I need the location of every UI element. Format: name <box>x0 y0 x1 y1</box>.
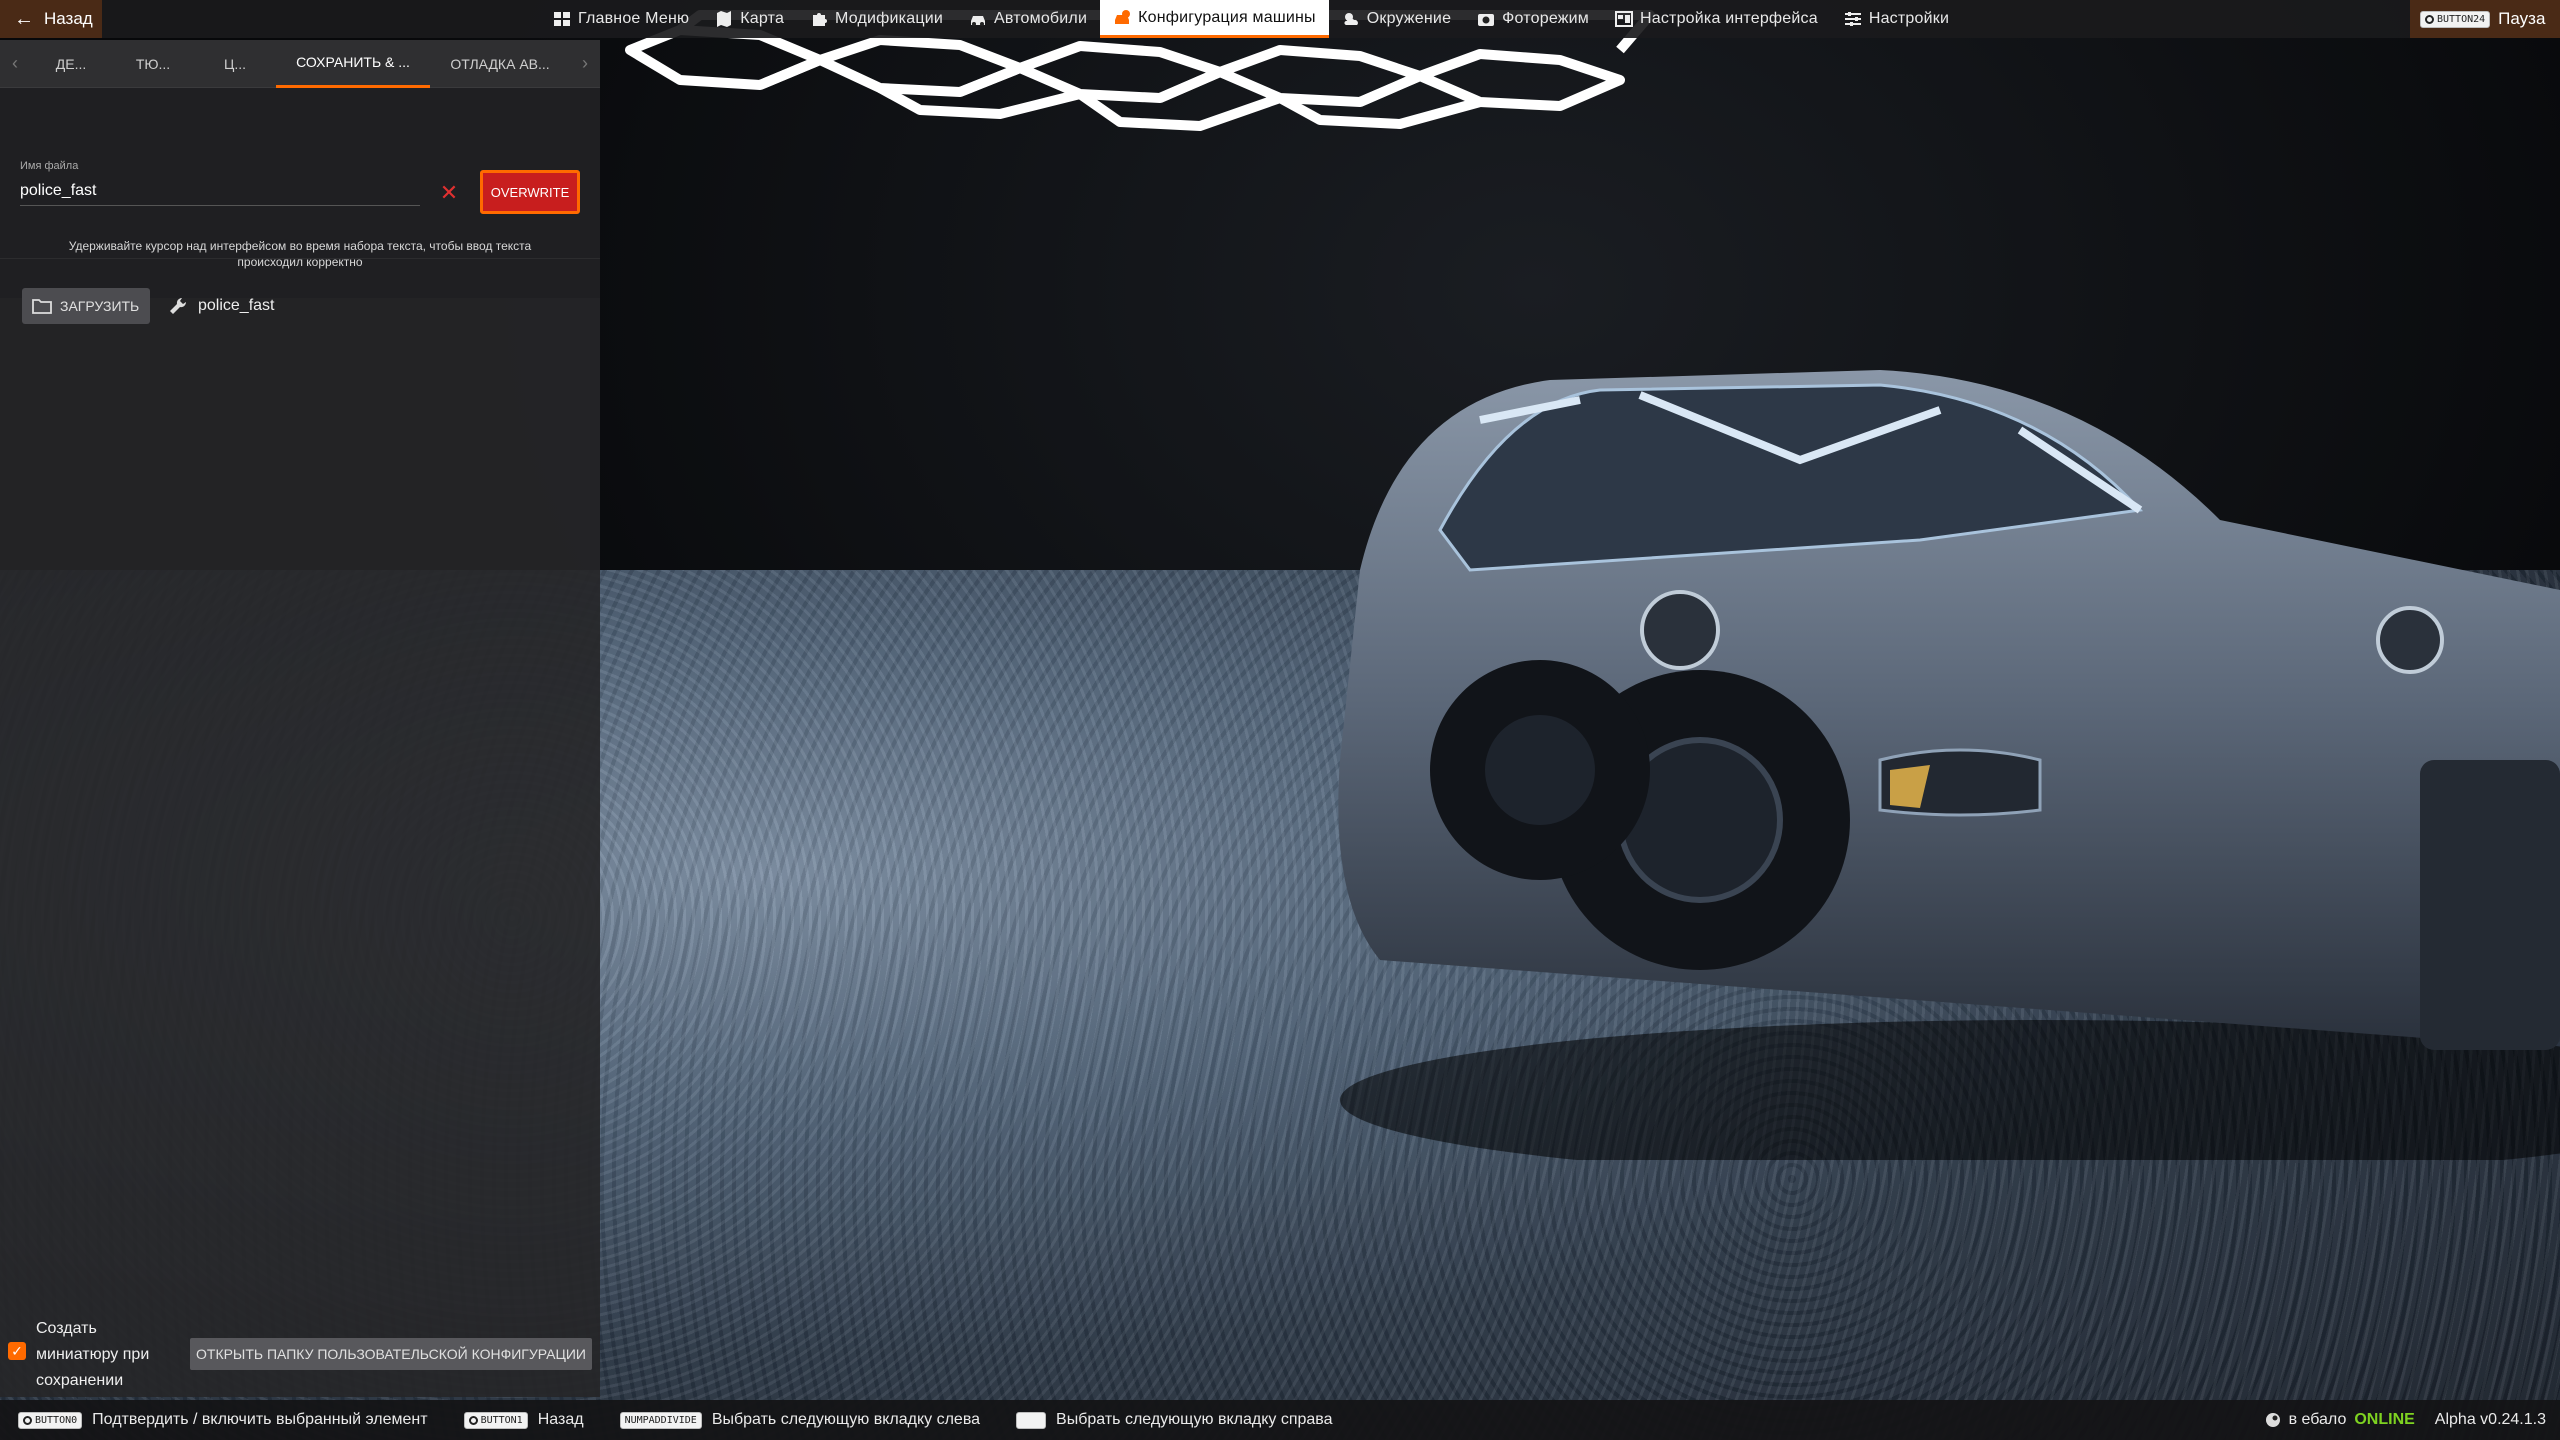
thumbnail-checkbox[interactable]: ✓ <box>8 1342 26 1360</box>
hint-next-tab[interactable]: Выбрать следующую вкладку справа <box>1016 1411 1333 1429</box>
menu-item-label: Карта <box>740 10 785 27</box>
config-tabs: ‹ ДЕ... ТЮ... Ц... СОХРАНИТЬ & ... ОТЛАД… <box>0 40 600 88</box>
tabs-scroll-right-icon[interactable]: › <box>570 53 600 74</box>
tab-tuning[interactable]: ТЮ... <box>112 40 194 88</box>
clear-input-icon[interactable]: ✕ <box>436 180 462 206</box>
hint-label: Выбрать следующую вкладку справа <box>1056 1411 1333 1428</box>
keyboard-key-icon <box>1016 1411 1047 1429</box>
load-label: ЗАГРУЗИТЬ <box>60 298 140 314</box>
saved-config-item[interactable]: police_fast <box>168 288 275 324</box>
online-indicator[interactable]: в ебало ONLINE <box>2265 1411 2415 1429</box>
ui-layout-icon <box>1615 11 1633 27</box>
tab-details[interactable]: ДЕ... <box>30 40 112 88</box>
gamepad-button-icon: BUTTON1 <box>463 1411 528 1429</box>
weather-icon <box>1344 13 1358 25</box>
menu-item-label: Модификации <box>835 10 943 27</box>
menu-item-mods[interactable]: Модификации <box>797 0 956 38</box>
config-name: police_fast <box>198 297 275 314</box>
overwrite-button[interactable]: OVERWRITE <box>480 170 580 214</box>
gamepad-button-icon <box>2425 14 2434 24</box>
top-navigation-bar: ← Назад Главное Меню Карта Модификации А… <box>0 0 2560 38</box>
version-label: Alpha v0.24.1.3 <box>2434 1411 2546 1428</box>
main-menu-bar: Главное Меню Карта Модификации Автомобил… <box>540 0 1962 38</box>
online-prefix: в ебало <box>2288 1411 2347 1428</box>
car-icon <box>970 16 985 26</box>
police-car-model <box>1338 370 2560 1160</box>
pause-button[interactable]: BUTTON24 Пауза <box>2410 0 2560 38</box>
menu-item-photo-mode[interactable]: Фоторежим <box>1464 0 1602 38</box>
controls-hint-bar: BUTTON0 Подтвердить / включить выбранный… <box>0 1400 2560 1440</box>
puzzle-icon <box>813 13 828 26</box>
car-config-icon <box>1115 9 1131 24</box>
arrow-left-icon: ← <box>14 7 34 30</box>
hint-label: Подтвердить / включить выбранный элемент <box>92 1411 428 1428</box>
menu-item-label: Настройка интерфейса <box>1640 10 1818 27</box>
hint-confirm[interactable]: BUTTON0 Подтвердить / включить выбранный… <box>18 1411 428 1429</box>
folder-icon <box>32 299 52 314</box>
thumbnail-label: Создать миниатюру при сохранении <box>36 1320 150 1389</box>
hint-prev-tab[interactable]: NUMPADDIVIDE Выбрать следующую вкладку с… <box>619 1411 981 1429</box>
menu-item-vehicles[interactable]: Автомобили <box>956 0 1100 38</box>
menu-item-label: Фоторежим <box>1502 10 1589 27</box>
back-label: Назад <box>44 9 93 28</box>
hint-label: Выбрать следующую вкладку слева <box>711 1411 981 1428</box>
tab-vehicle-debug[interactable]: ОТЛАДКА АВ... <box>430 40 570 88</box>
menu-item-vehicle-config[interactable]: Конфигурация машины <box>1100 0 1329 38</box>
sliders-icon <box>1844 12 1861 26</box>
steam-icon <box>2265 1413 2280 1427</box>
menu-item-main-menu[interactable]: Главное Меню <box>540 0 702 38</box>
status-right: в ебало ONLINE Alpha v0.24.1.3 <box>2265 1400 2546 1440</box>
load-button[interactable]: ЗАГРУЗИТЬ <box>22 288 150 324</box>
hint-back[interactable]: BUTTON1 Назад <box>463 1411 584 1429</box>
wrench-icon <box>170 297 187 314</box>
main-menu-icon <box>554 12 570 26</box>
menu-item-label: Главное Меню <box>578 10 690 27</box>
file-name-label: Имя файла <box>20 160 79 172</box>
hint-label: Назад <box>537 1411 584 1428</box>
gamepad-button-icon: BUTTON0 <box>18 1411 83 1429</box>
panel-footer: ✓ Создать миниатюру при сохранении ОТКРЫ… <box>0 1312 600 1392</box>
pause-key-hint: BUTTON24 <box>2420 10 2491 28</box>
menu-item-settings[interactable]: Настройки <box>1831 0 1962 38</box>
tabs-scroll-left-icon[interactable]: ‹ <box>0 53 30 74</box>
load-config-row: ЗАГРУЗИТЬ police_fast <box>0 258 600 354</box>
menu-item-map[interactable]: Карта <box>702 0 797 38</box>
vehicle-config-panel: ‹ ДЕ... ТЮ... Ц... СОХРАНИТЬ & ... ОТЛАД… <box>0 40 600 1397</box>
tab-save-load[interactable]: СОХРАНИТЬ & ... <box>276 40 430 88</box>
menu-item-label: Окружение <box>1366 10 1452 27</box>
camera-icon <box>1478 14 1495 26</box>
back-button[interactable]: ← Назад <box>0 0 102 38</box>
menu-item-ui-apps[interactable]: Настройка интерфейса <box>1602 0 1831 38</box>
map-icon <box>717 11 732 27</box>
menu-item-label: Автомобили <box>993 10 1088 27</box>
open-user-config-folder-button[interactable]: ОТКРЫТЬ ПАПКУ ПОЛЬЗОВАТЕЛЬСКОЙ КОНФИГУРА… <box>190 1338 592 1370</box>
online-status: ONLINE <box>2354 1411 2415 1428</box>
menu-item-label: Конфигурация машины <box>1138 8 1316 26</box>
menu-item-label: Настройки <box>1868 10 1950 27</box>
file-name-input[interactable] <box>20 176 420 206</box>
pause-label: Пауза <box>2498 9 2546 28</box>
keyboard-key-icon: NUMPADDIVIDE <box>619 1411 702 1429</box>
menu-item-environment[interactable]: Окружение <box>1329 0 1464 38</box>
tab-colors[interactable]: Ц... <box>194 40 276 88</box>
